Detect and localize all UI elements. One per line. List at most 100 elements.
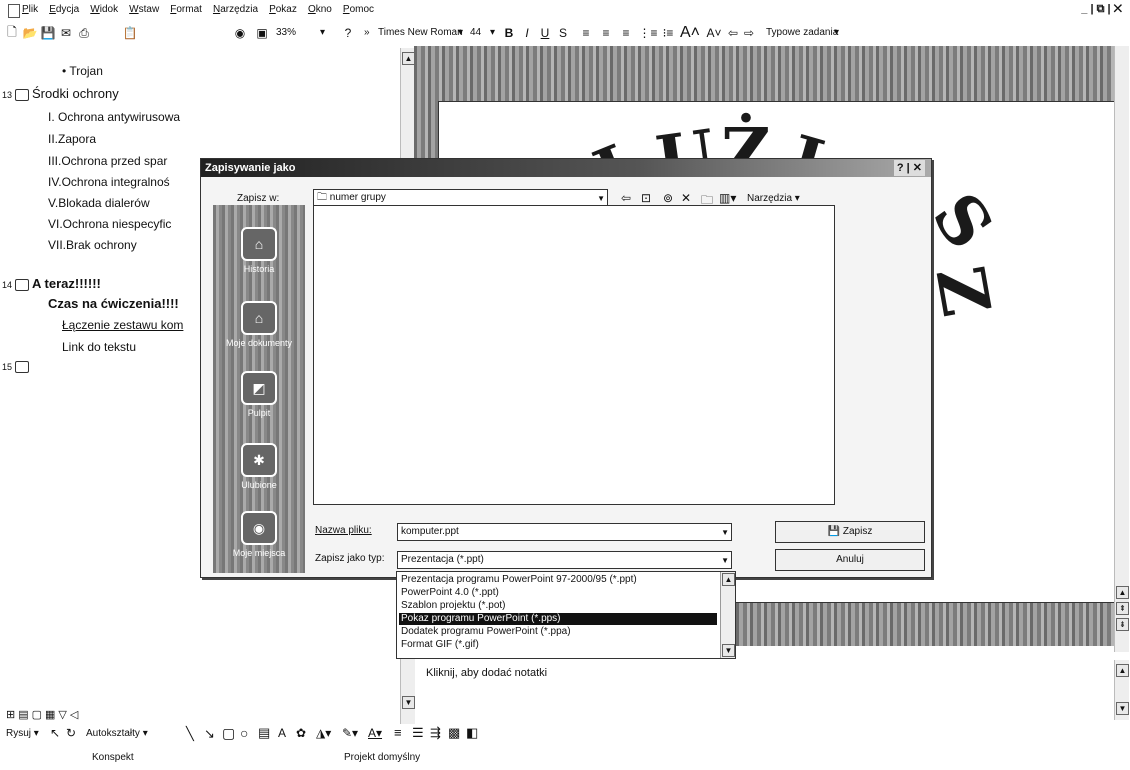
bold-icon[interactable]: B bbox=[502, 24, 516, 42]
file-type-option-selected[interactable]: Pokaz programu PowerPoint (*.pps) bbox=[399, 613, 717, 625]
outline-item[interactable]: III.Ochrona przed spar bbox=[48, 154, 167, 168]
save-button[interactable]: 💾 Zapisz bbox=[775, 521, 925, 543]
select-arrow-icon[interactable]: ↖ bbox=[50, 726, 60, 740]
dialog-help-close[interactable]: ? | ✕ bbox=[893, 160, 925, 176]
grid-icon[interactable]: ▣ bbox=[254, 24, 270, 42]
scroll-down-icon[interactable]: ▼ bbox=[722, 644, 735, 657]
dialog-titlebar[interactable]: Zapisywanie jako ? | ✕ bbox=[201, 159, 931, 177]
menu-wstaw[interactable]: Wstaw bbox=[129, 0, 159, 20]
line-icon[interactable]: ╲ bbox=[186, 726, 194, 742]
place-history[interactable]: ⌂ Historia bbox=[213, 227, 305, 274]
demote-icon[interactable]: ⇨ bbox=[742, 24, 756, 42]
outline-item[interactable]: VI.Ochrona niespecyfic bbox=[48, 217, 171, 231]
place-desktop[interactable]: ◩ Pulpit bbox=[213, 371, 305, 418]
align-center-icon[interactable]: ≡ bbox=[598, 24, 614, 42]
menu-edycja[interactable]: Edycja bbox=[49, 0, 79, 20]
outline-item[interactable]: Link do tekstu bbox=[62, 340, 136, 354]
italic-icon[interactable]: I bbox=[520, 24, 534, 42]
outline-item-trojan[interactable]: • Trojan bbox=[62, 64, 103, 78]
file-type-dropdown[interactable]: Prezentacja (*.ppt) ▼ bbox=[397, 551, 732, 569]
list-scrollbar[interactable]: ▲ ▼ bbox=[720, 572, 735, 658]
textbox-icon[interactable]: ▤ bbox=[258, 725, 270, 741]
outline-slide-13[interactable]: 13 Środki ochrony bbox=[2, 86, 119, 101]
menu-plik[interactable]: Plik bbox=[22, 0, 38, 20]
align-left-icon[interactable]: ≡ bbox=[578, 24, 594, 42]
filename-input[interactable]: komputer.ppt ▼ bbox=[397, 523, 732, 541]
clipart-icon[interactable]: ✿ bbox=[296, 726, 306, 740]
font-size[interactable]: 44 bbox=[470, 27, 481, 38]
file-type-option[interactable]: Szablon projektu (*.pot) bbox=[399, 600, 717, 612]
file-list[interactable] bbox=[313, 205, 835, 505]
rectangle-icon[interactable]: ▢ bbox=[222, 725, 235, 742]
arrow-style-icon[interactable]: ⇶ bbox=[430, 725, 441, 741]
views-icon[interactable]: ▥▾ bbox=[719, 191, 736, 205]
menu-pomoc[interactable]: Pomoc bbox=[343, 0, 374, 20]
file-type-list[interactable]: Prezentacja programu PowerPoint 97-2000/… bbox=[396, 571, 736, 659]
new-icon[interactable]: 🗋 bbox=[4, 24, 20, 42]
tasks-button[interactable]: Typowe zadania bbox=[766, 27, 838, 38]
line-color-icon[interactable]: ✎▾ bbox=[342, 726, 358, 740]
outline-item[interactable]: V.Blokada dialerów bbox=[48, 196, 150, 210]
place-network[interactable]: ◉ Moje miejsca bbox=[213, 511, 305, 558]
font-name[interactable]: Times New Roman bbox=[378, 27, 463, 38]
up-folder-icon[interactable]: ⊡ bbox=[641, 191, 651, 205]
file-type-option[interactable]: Dodatek programu PowerPoint (*.ppa) bbox=[399, 626, 717, 638]
delete-icon[interactable]: ✕ bbox=[681, 191, 691, 205]
toolbar-chevron-icon[interactable]: » bbox=[364, 27, 370, 38]
autoshapes-menu[interactable]: Autokształty ▾ bbox=[86, 728, 148, 739]
tools-menu[interactable]: Narzędzia ▾ bbox=[747, 193, 800, 204]
font-dropdown-icon[interactable]: ▾ bbox=[458, 27, 463, 38]
notes-pane[interactable]: Kliknij, aby dodać notatki bbox=[414, 659, 1114, 699]
file-type-option[interactable]: Format GIF (*.gif) bbox=[399, 639, 717, 651]
place-my-documents[interactable]: ⌂ Moje dokumenty bbox=[213, 301, 305, 348]
open-icon[interactable]: 📂 bbox=[22, 24, 38, 42]
font-color-icon[interactable]: A▾ bbox=[368, 726, 382, 740]
numbering-icon[interactable]: ⋮≡ bbox=[639, 24, 658, 42]
outline-item[interactable]: VII.Brak ochrony bbox=[48, 238, 137, 252]
3d-icon[interactable]: ◧ bbox=[466, 725, 478, 741]
notes-scrollbar[interactable]: ▲ ▼ bbox=[1114, 660, 1129, 720]
line-style-icon[interactable]: ≡ bbox=[394, 725, 402, 740]
save-icon[interactable]: 💾 bbox=[40, 24, 56, 42]
arrow-icon[interactable]: ↘ bbox=[204, 726, 215, 742]
paste-icon[interactable]: 📋 bbox=[122, 24, 138, 42]
print-icon[interactable]: ⎙ bbox=[76, 24, 92, 42]
outline-subtitle[interactable]: Czas na ćwiczenia!!!! bbox=[48, 296, 179, 311]
underline-icon[interactable]: U bbox=[538, 24, 552, 42]
size-dropdown-icon[interactable]: ▾ bbox=[490, 27, 495, 38]
view-buttons[interactable]: ⊞▤▢▦▽◁ bbox=[6, 708, 81, 721]
document-icon[interactable] bbox=[8, 4, 20, 18]
menu-okno[interactable]: Okno bbox=[308, 0, 332, 20]
file-type-option[interactable]: PowerPoint 4.0 (*.ppt) bbox=[399, 587, 717, 599]
email-icon[interactable]: ✉ bbox=[58, 24, 74, 42]
menu-pokaz[interactable]: Pokaz bbox=[269, 0, 297, 20]
help-icon[interactable]: ? bbox=[340, 24, 356, 42]
rotate-icon[interactable]: ↻ bbox=[66, 726, 76, 740]
wordart-icon[interactable]: A bbox=[278, 726, 286, 740]
menu-narzedzia[interactable]: Narzędzia bbox=[213, 0, 258, 20]
prev-slide-icon[interactable]: ⇞ bbox=[1116, 602, 1129, 615]
align-right-icon[interactable]: ≡ bbox=[618, 24, 634, 42]
outline-link[interactable]: Łączenie zestawu kom bbox=[62, 318, 183, 332]
shadow-icon[interactable]: ▩ bbox=[448, 725, 460, 741]
outline-item[interactable]: IV.Ochrona integralnoś bbox=[48, 175, 170, 189]
zoom-dropdown-icon[interactable]: ▾ bbox=[320, 27, 325, 38]
scroll-down-icon[interactable]: ▼ bbox=[1116, 702, 1129, 715]
outline-item[interactable]: II.Zapora bbox=[48, 132, 96, 146]
search-web-icon[interactable]: ⊚ bbox=[663, 191, 673, 205]
scroll-up-icon[interactable]: ▲ bbox=[722, 573, 735, 586]
draw-menu[interactable]: Rysuj ▾ bbox=[6, 728, 39, 739]
file-type-option[interactable]: Prezentacja programu PowerPoint 97-2000/… bbox=[399, 574, 717, 586]
outline-slide-15[interactable]: 15 bbox=[2, 358, 32, 373]
back-icon[interactable]: ⇦ bbox=[621, 191, 631, 205]
scroll-up-icon[interactable]: ▲ bbox=[1116, 586, 1129, 599]
chart-icon[interactable]: ◉ bbox=[232, 24, 248, 42]
slide-scrollbar[interactable]: ▲ ⇞ ⇟ bbox=[1114, 46, 1129, 652]
increase-font-icon[interactable]: A˄ bbox=[680, 24, 700, 42]
promote-icon[interactable]: ⇦ bbox=[726, 24, 740, 42]
menu-widok[interactable]: Widok bbox=[90, 0, 118, 20]
outline-item[interactable]: I. Ochrona antywirusowa bbox=[48, 110, 180, 124]
dash-style-icon[interactable]: ☰ bbox=[412, 725, 424, 741]
oval-icon[interactable]: ○ bbox=[240, 725, 248, 741]
cancel-button[interactable]: Anuluj bbox=[775, 549, 925, 571]
